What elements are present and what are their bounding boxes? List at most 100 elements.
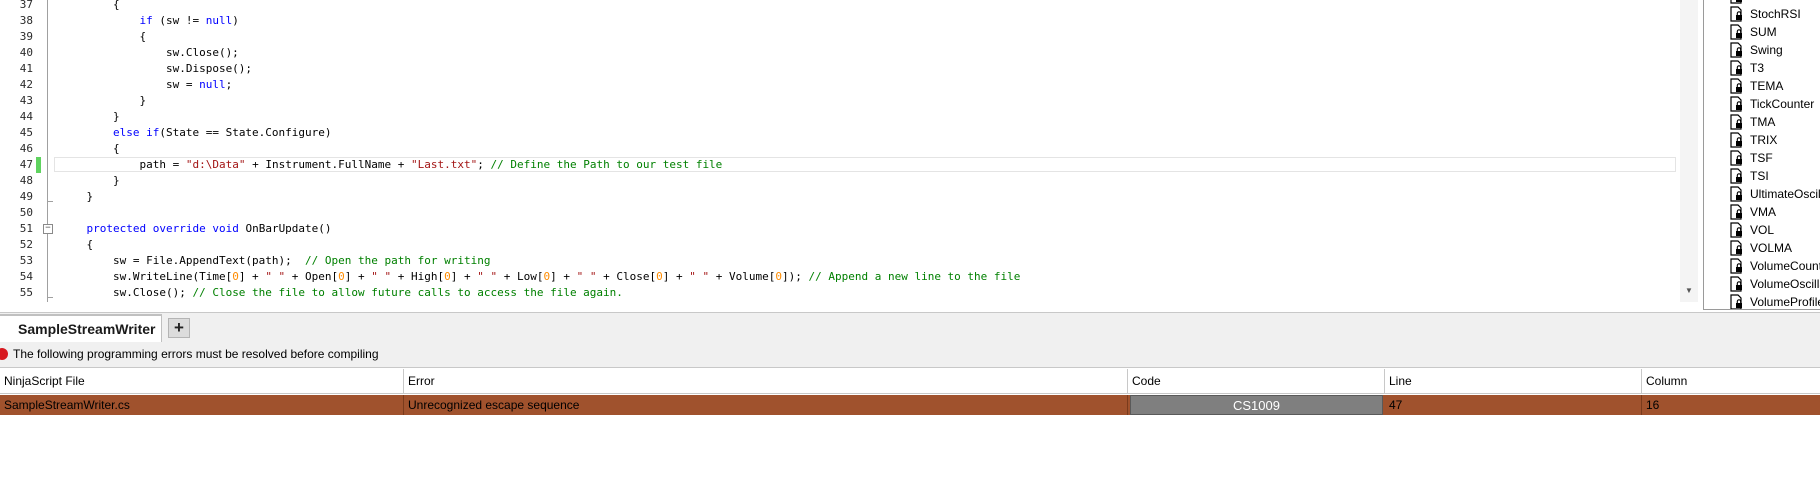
line-number: 53	[19, 254, 33, 267]
code-line[interactable]: {	[60, 0, 120, 13]
column-header-code[interactable]: Code	[1128, 369, 1385, 393]
code-line[interactable]: if (sw != null)	[60, 13, 239, 29]
code-token: }	[60, 174, 120, 187]
line-number: 43	[19, 94, 33, 107]
line-number: 50	[19, 206, 33, 219]
indicator-list-item[interactable]: Swing	[1750, 41, 1783, 59]
table-row[interactable]: SampleStreamWriter.cs Unrecognized escap…	[0, 395, 1820, 415]
indicator-list-item[interactable]: UltimateOscillator	[1750, 185, 1820, 203]
indicator-list-item[interactable]: TMA	[1750, 113, 1775, 131]
code-token: 0	[444, 270, 451, 283]
indicator-list-item[interactable]: TickCounter	[1750, 95, 1814, 113]
locked-file-icon	[1730, 222, 1744, 238]
indicator-list-panel[interactable]: StochasticsFastStochRSISUMSwingT3TEMATic…	[1703, 0, 1820, 310]
code-line[interactable]: sw.Close();	[60, 45, 239, 61]
line-number-gutter: 37 38 39 40 41 42 43 44 45 46 47 48 49 50 51 52 53 54 55	[0, 0, 34, 302]
editor-vertical-scrollbar[interactable]	[1680, 0, 1698, 302]
indicator-list-item[interactable]: VolumeOscillator	[1750, 275, 1820, 293]
code-line[interactable]: protected override void OnBarUpdate()	[60, 221, 332, 237]
indicator-list-item[interactable]: VMA	[1750, 203, 1776, 221]
locked-file-icon	[1730, 60, 1744, 76]
code-token: null	[199, 78, 226, 91]
code-line[interactable]: sw = File.AppendText(path); // Open the …	[60, 253, 491, 269]
line-number: 39	[19, 30, 33, 43]
code-token: " "	[477, 270, 498, 283]
indicator-list-item[interactable]: VolumeCounter	[1750, 257, 1820, 275]
error-message-cell: Unrecognized escape sequence	[404, 395, 1128, 415]
code-line[interactable]: }	[60, 189, 93, 205]
code-line[interactable]: sw.Dispose();	[60, 61, 252, 77]
code-line[interactable]: sw.Close(); // Close the file to allow f…	[60, 285, 623, 301]
indicator-list-item[interactable]: TRIX	[1750, 131, 1777, 149]
code-line[interactable]: {	[60, 237, 93, 253]
code-token: sw.Close();	[60, 46, 239, 59]
error-banner: The following programming errors must be…	[0, 342, 1820, 368]
indicator-list-item[interactable]: StochRSI	[1750, 5, 1801, 23]
column-header-column[interactable]: Column	[1642, 369, 1820, 393]
code-token: " "	[265, 270, 286, 283]
indicator-list-item[interactable]: VolumeProfile	[1750, 293, 1820, 309]
collapse-icon[interactable]: −	[43, 224, 53, 234]
code-token: 0	[656, 270, 663, 283]
code-token: null	[205, 14, 233, 27]
locked-file-icon	[1730, 150, 1744, 166]
code-token: + Volume[	[709, 270, 776, 283]
code-token: ]);	[781, 270, 809, 283]
code-line[interactable]: {	[60, 29, 146, 45]
code-line[interactable]: }	[60, 173, 120, 189]
locked-file-icon	[1730, 168, 1744, 184]
code-token: sw.WriteLine(Time[	[60, 270, 233, 283]
code-token: ;	[225, 78, 233, 91]
code-line[interactable]: }	[60, 109, 120, 125]
scroll-down-arrow-icon[interactable]: ▼	[1685, 286, 1693, 295]
line-number: 46	[19, 142, 33, 155]
code-token: if	[139, 14, 153, 27]
code-token: )	[232, 14, 239, 27]
code-line[interactable]: }	[60, 93, 146, 109]
code-line[interactable]: sw = null;	[60, 77, 232, 93]
code-line[interactable]: path = "d:\Data" + Instrument.FullName +…	[60, 157, 722, 173]
indicator-list-item[interactable]: TSI	[1750, 167, 1769, 185]
code-token: ] +	[662, 270, 690, 283]
code-token: ] +	[550, 270, 577, 283]
code-token: // Append a new line to the file	[808, 270, 1021, 283]
add-tab-button[interactable]: +	[168, 318, 190, 338]
locked-file-icon	[1730, 42, 1744, 58]
code-line[interactable]: {	[60, 141, 120, 157]
indicator-list-item[interactable]: VOL	[1750, 221, 1774, 239]
code-token: // Close the file to allow future calls …	[192, 286, 623, 299]
code-token: }	[60, 94, 147, 107]
column-header-line[interactable]: Line	[1385, 369, 1642, 393]
code-editor[interactable]: 37 38 39 40 41 42 43 44 45 46 47 48 49 50 51 52 53 54 55 −…	[0, 0, 1680, 302]
code-token: OnBarUpdate()	[238, 222, 332, 235]
tab-samplestreamwriter[interactable]: SampleStreamWriter	[0, 314, 162, 342]
indicator-list-item[interactable]: SUM	[1750, 23, 1777, 41]
line-number: 54	[19, 270, 33, 283]
error-line-cell: 47	[1385, 395, 1642, 415]
indicator-list-item[interactable]: VOLMA	[1750, 239, 1792, 257]
code-token: " "	[371, 270, 392, 283]
indicator-list-item[interactable]: T3	[1750, 59, 1764, 77]
error-code-cell: CS1009	[1130, 395, 1383, 415]
indicator-list-item[interactable]: TSF	[1750, 149, 1773, 167]
column-header-file[interactable]: NinjaScript File	[0, 369, 404, 393]
code-token: ] +	[238, 270, 266, 283]
modified-line-marker	[36, 157, 41, 173]
code-line[interactable]: else if(State == State.Configure)	[60, 125, 332, 141]
locked-file-icon	[1730, 240, 1744, 256]
code-token: }	[60, 190, 94, 203]
indicator-list-item[interactable]: TEMA	[1750, 77, 1783, 95]
locked-file-icon	[1730, 24, 1744, 40]
error-panel: The following programming errors must be…	[0, 342, 1820, 492]
code-line[interactable]: sw.WriteLine(Time[0] + " " + Open[0] + "…	[60, 269, 1020, 285]
column-header-error[interactable]: Error	[404, 369, 1128, 393]
code-token: sw.Close();	[60, 286, 193, 299]
line-number: 51	[19, 222, 33, 235]
error-column-cell: 16	[1646, 398, 1660, 412]
tab-strip	[0, 312, 1820, 344]
code-token: {	[60, 0, 120, 11]
locked-file-icon	[1730, 204, 1744, 220]
code-token: path =	[60, 158, 186, 171]
error-table-header: NinjaScript File Error Code Line Column	[0, 369, 1820, 394]
